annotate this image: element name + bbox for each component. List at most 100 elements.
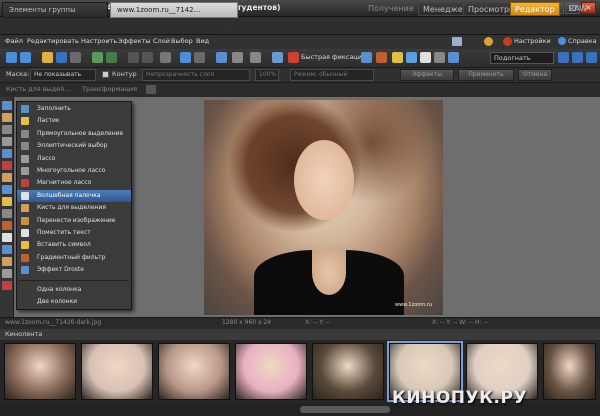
undo-icon[interactable]	[92, 52, 103, 63]
redeye-tool-icon[interactable]	[2, 161, 12, 170]
filmstrip-thumbnail[interactable]	[543, 343, 596, 400]
zoom-tool-icon[interactable]	[2, 101, 12, 110]
photo[interactable]	[204, 100, 443, 315]
tool-menu-item[interactable]: Волшебная палочка	[17, 189, 131, 202]
menu-file[interactable]: Файл	[5, 37, 23, 45]
drop-icon[interactable]	[406, 52, 417, 63]
tool-menu-item[interactable]: Эффект Droste	[17, 264, 131, 276]
mode-raw-tab[interactable]: RAW	[565, 2, 591, 16]
user-icon[interactable]	[484, 37, 493, 46]
cancel-button[interactable]: Отмена	[518, 69, 552, 81]
triangle-icon[interactable]	[420, 52, 431, 63]
tool-menu-item[interactable]: Вставить символ	[17, 239, 131, 251]
filmstrip-thumbnail[interactable]	[4, 343, 76, 400]
tab-browser[interactable]: Элементы группы	[2, 2, 108, 18]
monitor-icon[interactable]	[448, 52, 459, 63]
tool-menu-item[interactable]: Поместить текст	[17, 227, 131, 239]
crop-icon[interactable]	[180, 52, 191, 63]
tool-menu-item-label: Эффект Droste	[37, 266, 84, 274]
select-icon[interactable]	[272, 52, 283, 63]
fullscreen-icon[interactable]	[558, 52, 569, 63]
resize-icon[interactable]	[194, 52, 205, 63]
text-tool-icon[interactable]	[2, 233, 12, 242]
save-icon[interactable]	[56, 52, 67, 63]
mode-import-tab[interactable]: Получение	[364, 2, 418, 16]
help-link[interactable]: Справка	[568, 37, 597, 45]
tool-menu-item[interactable]: Ластик	[17, 115, 131, 127]
filmstrip-thumbnail[interactable]	[81, 343, 153, 400]
rotate-icon[interactable]	[160, 52, 171, 63]
menu-select[interactable]: Выбор	[171, 37, 193, 45]
settings-link[interactable]: Настройки	[514, 37, 551, 45]
tool-menu-item[interactable]: Эллиптический выбор	[17, 140, 131, 152]
layout-icon[interactable]	[452, 37, 462, 46]
hand-tool-icon[interactable]	[2, 113, 12, 122]
open-folder-icon[interactable]	[42, 52, 53, 63]
forward-arrow-icon[interactable]	[20, 52, 31, 63]
move-tool-icon[interactable]	[2, 125, 12, 134]
layers-icon[interactable]	[250, 52, 261, 63]
contour-checkbox[interactable]	[102, 71, 109, 78]
menu-layer[interactable]: Слой	[153, 37, 170, 45]
eraser-tool-icon[interactable]	[2, 209, 12, 218]
scrollbar-thumb[interactable]	[300, 406, 390, 413]
view-icon[interactable]	[586, 52, 597, 63]
brush-tools-label[interactable]: Кисть для выдел...	[6, 85, 71, 93]
zoom-select[interactable]: Подогнать	[490, 52, 554, 64]
tool-menu-item[interactable]: Магнитное лассо	[17, 177, 131, 189]
menu-effects[interactable]: Эффекты	[118, 37, 151, 45]
blend-mode-select[interactable]: Режим: обычный	[290, 69, 374, 81]
compare-icon[interactable]	[572, 52, 583, 63]
brush-tool-icon[interactable]	[2, 197, 12, 206]
menu-adjust[interactable]: Настроить	[81, 37, 117, 45]
tool-menu-item[interactable]: Одна колонка	[17, 284, 131, 296]
color-tool-icon[interactable]	[2, 281, 12, 290]
gear-icon[interactable]	[503, 37, 512, 46]
shape-tool-icon[interactable]	[2, 245, 12, 254]
crop-tool-icon[interactable]	[2, 137, 12, 146]
dodge-tool-icon[interactable]	[2, 257, 12, 266]
grid-icon[interactable]	[232, 52, 243, 63]
brush-icon[interactable]	[392, 52, 403, 63]
history-forward-icon[interactable]	[142, 52, 153, 63]
tool-menu-item[interactable]: Две колонки	[17, 296, 131, 308]
burn-tool-icon[interactable]	[2, 269, 12, 278]
tool-menu-item[interactable]: Многоугольное лассо	[17, 165, 131, 177]
tool-menu-item[interactable]: Перенести изображение	[17, 215, 131, 227]
tool-menu-item[interactable]: Прямоугольное выделение	[17, 128, 131, 140]
opacity-field[interactable]: Непрозрачность слоя	[142, 69, 250, 81]
curves-icon[interactable]	[376, 52, 387, 63]
effects-button[interactable]: Эффекты	[400, 69, 454, 81]
tool-menu-item[interactable]: Кисть для выделения	[17, 202, 131, 214]
redo-icon[interactable]	[106, 52, 117, 63]
levels-icon[interactable]	[361, 52, 372, 63]
mask-label: Маска:	[6, 70, 30, 78]
transform-icon[interactable]	[146, 85, 156, 94]
opacity-value[interactable]: 100%	[255, 69, 279, 81]
quick-fix-icon[interactable]	[288, 52, 299, 63]
tool-menu-item[interactable]: Градиентный фильтр	[17, 252, 131, 264]
tool-menu-item[interactable]: Заполнить	[17, 103, 131, 115]
history-icon[interactable]	[128, 52, 139, 63]
text-icon[interactable]	[434, 52, 445, 63]
back-arrow-icon[interactable]	[6, 52, 17, 63]
print-icon[interactable]	[70, 52, 81, 63]
help-icon[interactable]	[558, 37, 566, 45]
fit-icon[interactable]	[216, 52, 227, 63]
filmstrip-thumbnail[interactable]	[235, 343, 307, 400]
clone-tool-icon[interactable]	[2, 173, 12, 182]
tool-menu-item[interactable]: Лассо	[17, 153, 131, 165]
menu-edit[interactable]: Редактировать	[27, 37, 79, 45]
apply-button[interactable]: Применить	[458, 69, 514, 81]
gradient-tool-icon[interactable]	[2, 221, 12, 230]
tab-document[interactable]: www.1zoom.ru__7142...	[110, 2, 238, 18]
rotate-tool-icon[interactable]	[2, 149, 12, 158]
transform-label[interactable]: Трансформация	[82, 85, 137, 93]
mask-select[interactable]: Не показывать	[30, 69, 96, 81]
filmstrip-thumbnail[interactable]	[158, 343, 230, 400]
filmstrip-thumbnail[interactable]	[312, 343, 384, 400]
heal-tool-icon[interactable]	[2, 185, 12, 194]
tab-close-icon[interactable]: ×	[226, 21, 233, 30]
menu-view[interactable]: Вид	[196, 37, 209, 45]
mode-editor-tab[interactable]: Редактор	[510, 2, 560, 16]
